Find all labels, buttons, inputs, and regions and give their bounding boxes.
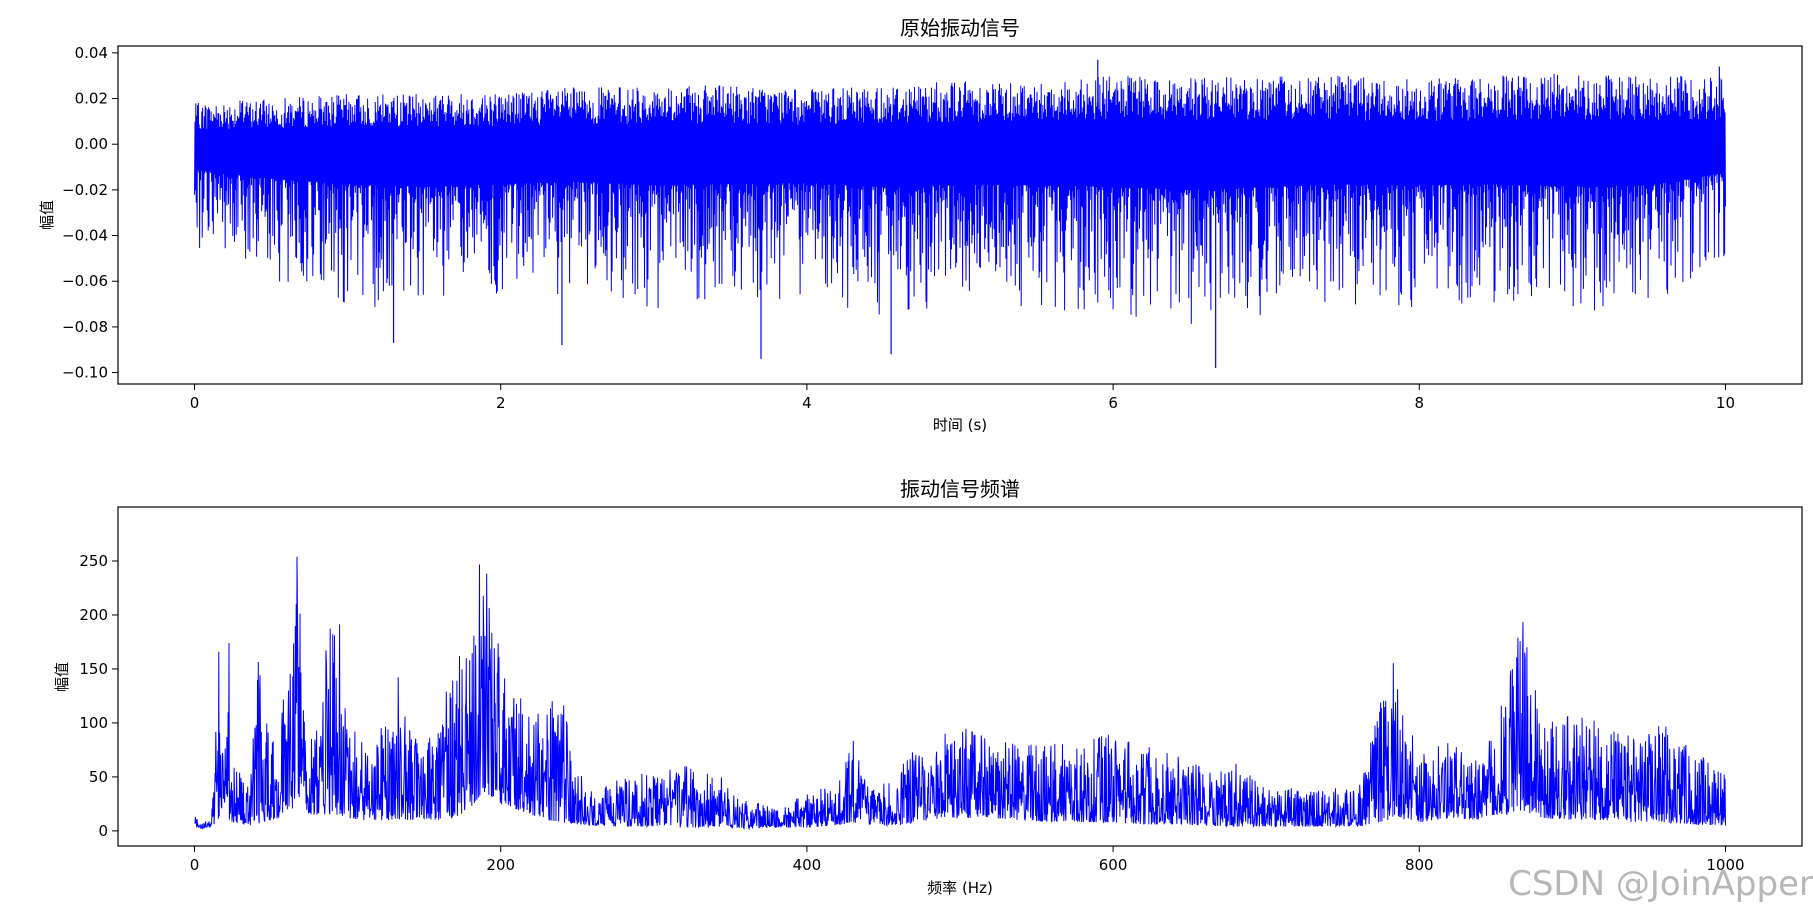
- x-tick-label: 600: [1099, 856, 1128, 874]
- x-axis-label-time: 时间 (s): [933, 416, 987, 434]
- y-tick-label: 150: [79, 660, 108, 678]
- x-tick-label: 4: [802, 394, 812, 412]
- watermark: CSDN @JoinApper: [1508, 864, 1813, 904]
- y-tick-label: 0.00: [75, 135, 108, 153]
- y-tick-label: −0.08: [62, 318, 108, 336]
- y-axis-label-time: 幅值: [38, 200, 56, 230]
- y-tick-label: 100: [79, 714, 108, 732]
- y-tick-label: 50: [89, 768, 108, 786]
- x-tick-label: 0: [190, 856, 200, 874]
- figure: 原始振动信号 0 2 4 6 8 10 0.04 0.02 0.00 −0.02 −0.04 −0.…: [38, 16, 1803, 897]
- y-ticks-spectrum: 0 50 100 150 200 250: [79, 552, 118, 840]
- signal-trace: [194, 59, 1726, 369]
- y-axis-label-spectrum: 幅值: [53, 662, 71, 692]
- x-tick-label: 6: [1108, 394, 1118, 412]
- y-tick-label: −0.10: [62, 364, 108, 382]
- subplot-spectrum: 振动信号频谱 0 200 400 600 800 1000 050100150200250…: [53, 477, 1803, 897]
- x-tick-label: 8: [1414, 394, 1424, 412]
- x-tick-label: 0: [190, 394, 200, 412]
- spectrum-trace: [194, 556, 1726, 831]
- y-tick-label: −0.04: [62, 227, 108, 245]
- y-tick-label: 0.04: [75, 44, 108, 62]
- series-line: [194, 556, 1726, 831]
- y-tick-label: −0.06: [62, 272, 108, 290]
- series-line: [194, 73, 1726, 324]
- x-ticks-time: 0 2 4 6 8 10: [190, 384, 1735, 412]
- y-tick-label: 0: [98, 822, 108, 840]
- y-ticks-time: 0.04 0.02 0.00 −0.02 −0.04 −0.06 −0.08 −0.10: [62, 44, 118, 382]
- y-tick-label: −0.02: [62, 181, 108, 199]
- y-tick-label: 200: [79, 606, 108, 624]
- x-axis-label-spectrum: 频率 (Hz): [927, 879, 993, 897]
- x-tick-label: 800: [1405, 856, 1434, 874]
- x-tick-label: 2: [496, 394, 506, 412]
- chart-title-time: 原始振动信号: [900, 16, 1020, 40]
- y-tick-label: 0.02: [75, 90, 108, 108]
- x-tick-label: 400: [793, 856, 822, 874]
- x-tick-label: 10: [1716, 394, 1735, 412]
- x-tick-label: 200: [486, 856, 515, 874]
- y-tick-label: 250: [79, 552, 108, 570]
- subplot-time-signal: 原始振动信号 0 2 4 6 8 10 0.04 0.02 0.00 −0.02 −0.04 −0.…: [38, 16, 1803, 434]
- chart-title-spectrum: 振动信号频谱: [900, 477, 1020, 501]
